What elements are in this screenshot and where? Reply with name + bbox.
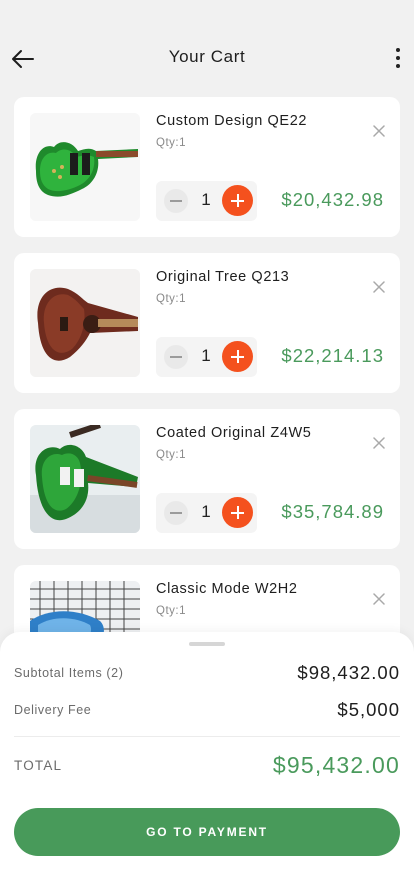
cart-item: Coated Original Z4W5 Qty:1 1 $35,784.89 [14, 409, 400, 549]
qty-label: Qty:1 [156, 605, 186, 617]
minus-icon[interactable] [164, 501, 188, 525]
page-title: Your Cart [168, 47, 246, 66]
go-to-payment-button[interactable]: GO TO PAYMENT [14, 808, 400, 856]
product-name: Classic Mode W2H2 [156, 581, 298, 597]
close-icon[interactable] [372, 124, 386, 138]
product-image [30, 113, 140, 221]
total-value: $95,432.00 [272, 752, 400, 778]
order-summary-sheet: Subtotal Items (2) $98,432.00 Delivery F… [0, 632, 414, 896]
product-name: Coated Original Z4W5 [156, 425, 312, 441]
item-price: $20,432.98 [281, 189, 384, 210]
quantity-stepper: 1 [156, 337, 257, 377]
minus-icon[interactable] [164, 345, 188, 369]
close-icon[interactable] [372, 592, 386, 606]
item-price: $35,784.89 [281, 501, 384, 522]
qty-label: Qty:1 [156, 137, 186, 149]
quantity-value: 1 [201, 190, 211, 209]
product-image [30, 269, 140, 377]
cart-item: Custom Design QE22 Qty:1 1 $20,432.98 [14, 97, 400, 237]
minus-icon[interactable] [164, 189, 188, 213]
plus-icon[interactable] [222, 341, 253, 372]
qty-label: Qty:1 [156, 449, 186, 461]
quantity-value: 1 [201, 346, 211, 365]
drag-handle-icon[interactable] [189, 642, 225, 646]
product-image [30, 425, 140, 533]
product-name: Original Tree Q213 [156, 269, 290, 285]
delivery-fee-label: Delivery Fee [14, 703, 92, 717]
divider [14, 736, 400, 737]
product-name: Custom Design QE22 [156, 113, 308, 129]
item-price: $22,214.13 [281, 345, 384, 366]
more-menu-button[interactable] [392, 46, 404, 70]
qty-label: Qty:1 [156, 293, 186, 305]
subtotal-label: Subtotal Items (2) [14, 666, 124, 680]
subtotal-value: $98,432.00 [297, 662, 400, 683]
delivery-fee-value: $5,000 [337, 699, 400, 720]
quantity-value: 1 [201, 502, 211, 521]
close-icon[interactable] [372, 436, 386, 450]
total-label: TOTAL [14, 758, 63, 773]
plus-icon[interactable] [222, 497, 253, 528]
close-icon[interactable] [372, 280, 386, 294]
cart-item: Original Tree Q213 Qty:1 1 $22,214.13 [14, 253, 400, 393]
quantity-stepper: 1 [156, 493, 257, 533]
quantity-stepper: 1 [156, 181, 257, 221]
plus-icon[interactable] [222, 185, 253, 216]
app-header: Your Cart [0, 0, 414, 96]
more-vertical-icon [396, 48, 400, 52]
